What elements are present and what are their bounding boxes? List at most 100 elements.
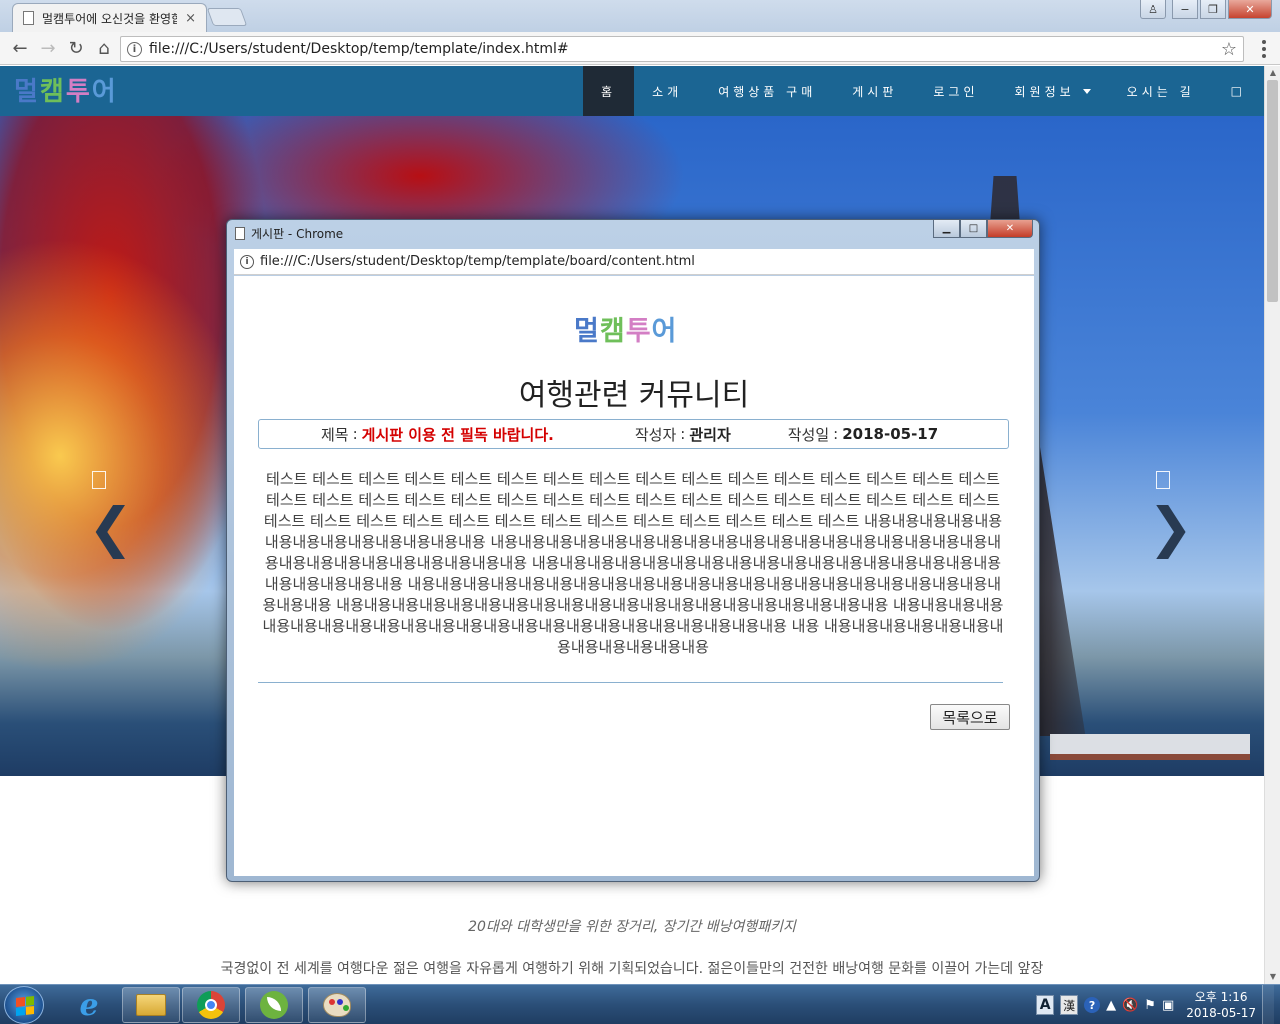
logo-char-2: 캠: [599, 316, 625, 347]
page-scrollbar[interactable]: ▲ ▼: [1264, 66, 1280, 984]
minimize-button[interactable]: −: [1172, 0, 1198, 19]
help-icon[interactable]: ?: [1084, 997, 1101, 1013]
logo-char-1: 멀: [574, 316, 599, 347]
popup-titlebar[interactable]: 게시판 - Chrome: [227, 220, 1039, 246]
post-date-label: 작성일: [787, 425, 830, 444]
popup-window-controls: ▁ □ ✕: [933, 220, 1033, 238]
volume-icon[interactable]: 🔇: [1122, 998, 1138, 1013]
ime-language-icon[interactable]: A: [1036, 995, 1055, 1015]
windows-logo-icon: [16, 996, 34, 1016]
intro-section: 20대와 대학생만을 위한 장거리, 장기간 배낭여행패키지 국경없이 전 세계…: [0, 916, 1264, 978]
post-writer-field: 작성자 : 관리자: [634, 425, 731, 444]
intro-description: 국경없이 전 세계를 여행다운 젊은 여행을 자유롭게 여행하기 위해 기획되었…: [220, 961, 1044, 977]
paint-icon[interactable]: [308, 987, 366, 1023]
info-icon[interactable]: i: [127, 41, 142, 57]
chrome-menu-icon[interactable]: [1254, 36, 1274, 62]
ime-hanja-icon[interactable]: 漢: [1060, 995, 1079, 1015]
bookmark-star-icon[interactable]: ☆: [1221, 39, 1237, 60]
nav-login[interactable]: 로그인: [915, 66, 996, 116]
system-clock[interactable]: 오후 1:16 2018-05-17: [1186, 989, 1256, 1021]
site-logo[interactable]: 멀 캠 투 어: [14, 74, 116, 110]
nav-member-info[interactable]: 회원정보: [997, 66, 1109, 116]
board-heading: 여행관련 커뮤니티: [518, 378, 750, 413]
popup-title: 게시판 - Chrome: [251, 226, 344, 241]
page-icon: [235, 226, 245, 240]
post-date-field: 작성일 : 2018-05-17: [787, 425, 939, 444]
post-writer-label: 작성자: [634, 425, 677, 444]
nav-member-info-label: 회원정보: [1014, 84, 1075, 99]
reload-button[interactable]: ↻: [62, 35, 90, 61]
profile-icon[interactable]: ♙: [1140, 0, 1166, 19]
site-navbar: 멀 캠 투 어 홈 소개 여행상품 구매 게시판 로그인 회원정보 오시는 길 …: [0, 66, 1264, 116]
address-url[interactable]: file:///C:/Users/student/Desktop/temp/te…: [149, 41, 1221, 57]
carousel-prev-arrow-icon[interactable]: ❯: [88, 496, 133, 559]
browser-tab[interactable]: 멀캠투어에 오신것을 환영합니다 ×: [12, 3, 207, 32]
popup-content: 멀 캠 투 어 여행관련 커뮤니티 제목 : 게시판 이용 전 필독 바랍니다.…: [234, 276, 1034, 876]
page-icon: [23, 11, 34, 25]
post-title-label: 제목: [321, 425, 349, 444]
nav-directions[interactable]: 오시는 길: [1109, 66, 1213, 116]
logo-char-3: 투: [625, 316, 651, 347]
post-info-bar: 제목 : 게시판 이용 전 필독 바랍니다. 작성자 : 관리자 작성일 : 2…: [258, 419, 1009, 449]
nav-board[interactable]: 게시판: [834, 66, 915, 116]
show-desktop-button[interactable]: [1262, 985, 1274, 1024]
carousel-prev-glyph: [92, 471, 106, 489]
boat-image: [1050, 734, 1250, 760]
file-explorer-icon[interactable]: [122, 987, 180, 1023]
tray-arrow-icon[interactable]: ▲: [1106, 998, 1116, 1013]
back-to-list-button[interactable]: 목록으로: [930, 704, 1010, 730]
nav-about[interactable]: 소개: [634, 66, 700, 116]
chrome-icon[interactable]: [182, 987, 240, 1023]
popup-address-bar[interactable]: i file:///C:/Users/student/Desktop/temp/…: [234, 249, 1034, 275]
back-button[interactable]: ←: [6, 35, 34, 61]
carousel-next-arrow-icon[interactable]: ❯: [1148, 496, 1193, 559]
new-tab-button[interactable]: [206, 8, 248, 26]
browser-titlebar: 멀캠투어에 오신것을 환영합니다 × ♙ − ❐ ✕: [0, 0, 1280, 32]
window-controls: ♙ − ❐ ✕: [1140, 0, 1272, 19]
clock-time: 오후 1:16: [1194, 990, 1248, 1004]
intro-tagline: 20대와 대학생만을 위한 장거리, 장기간 배낭여행패키지: [468, 919, 796, 935]
board-popup-window: 게시판 - Chrome ▁ □ ✕ i file:///C:/Users/st…: [226, 219, 1040, 882]
popup-close-button[interactable]: ✕: [987, 220, 1033, 238]
tab-title: 멀캠투어에 오신것을 환영합니다: [42, 11, 178, 26]
home-button[interactable]: ⌂: [90, 35, 118, 61]
info-icon[interactable]: i: [240, 254, 254, 269]
post-writer-value: 관리자: [689, 425, 731, 444]
action-center-flag-icon[interactable]: ⚑: [1144, 998, 1156, 1013]
spring-tool-icon[interactable]: [245, 987, 303, 1023]
scroll-thumb[interactable]: [1267, 80, 1278, 302]
logo-char-1: 멀: [14, 77, 38, 107]
nav-extra[interactable]: □: [1213, 66, 1264, 116]
start-button[interactable]: [4, 986, 44, 1024]
caret-down-icon: [1082, 88, 1091, 94]
post-date-value: 2018-05-17: [842, 425, 939, 443]
logo-char-3: 투: [65, 77, 90, 107]
forward-button[interactable]: →: [34, 35, 62, 61]
system-tray: A 漢 ? ▲ 🔇 ⚑ ▣ 오후 1:16 2018-05-17: [1036, 985, 1280, 1024]
close-button[interactable]: ✕: [1228, 0, 1272, 19]
nav-home[interactable]: 홈: [583, 66, 635, 116]
popup-url[interactable]: file:///C:/Users/student/Desktop/temp/te…: [260, 254, 695, 269]
content-divider: [258, 682, 1003, 683]
maximize-button[interactable]: ❐: [1200, 0, 1226, 19]
internet-explorer-icon[interactable]: e: [60, 987, 118, 1023]
address-bar[interactable]: i file:///C:/Users/student/Desktop/temp/…: [120, 36, 1244, 62]
logo-char-2: 캠: [39, 77, 64, 107]
tab-close-icon[interactable]: ×: [185, 11, 196, 26]
carousel-next-glyph: [1156, 471, 1170, 489]
post-title-value: 게시판 이용 전 필독 바랍니다.: [361, 425, 554, 444]
popup-maximize-button[interactable]: □: [960, 220, 987, 238]
windows-taskbar: e A 漢 ? ▲ 🔇 ⚑ ▣ 오후 1:16 2018-05-17: [0, 984, 1280, 1024]
post-body: 테스트 테스트 테스트 테스트 테스트 테스트 테스트 테스트 테스트 테스트 …: [262, 470, 1004, 656]
logo-char-4: 어: [651, 316, 677, 347]
popup-minimize-button[interactable]: ▁: [933, 220, 960, 238]
browser-toolbar: ← → ↻ ⌂ i file:///C:/Users/student/Deskt…: [0, 32, 1280, 65]
scroll-down-icon[interactable]: ▼: [1268, 972, 1278, 982]
clock-date: 2018-05-17: [1186, 1006, 1256, 1020]
logo-char-4: 어: [91, 77, 116, 107]
network-icon[interactable]: ▣: [1162, 998, 1174, 1013]
nav-menu: 홈 소개 여행상품 구매 게시판 로그인 회원정보 오시는 길 □: [583, 66, 1264, 116]
scroll-up-icon[interactable]: ▲: [1268, 68, 1278, 78]
post-title-field: 제목 : 게시판 이용 전 필독 바랍니다.: [321, 425, 554, 444]
nav-products[interactable]: 여행상품 구매: [700, 66, 834, 116]
